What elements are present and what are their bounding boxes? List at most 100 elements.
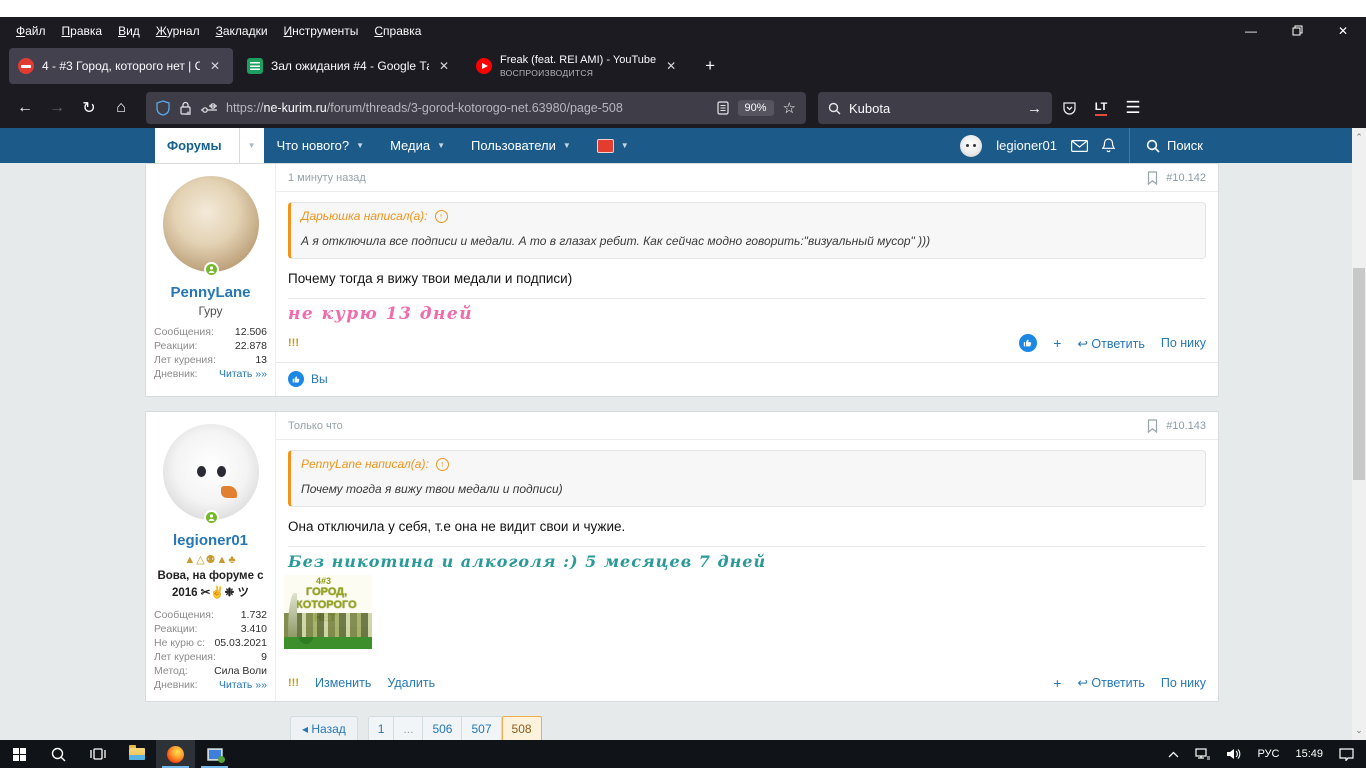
language-indicator[interactable]: РУС [1249, 740, 1287, 768]
reply-link[interactable]: ↩ Ответить [1077, 675, 1144, 690]
quote-jump-icon[interactable]: ↑ [435, 210, 448, 223]
back-button[interactable]: ← [10, 93, 40, 123]
network-icon[interactable] [1187, 740, 1218, 768]
start-button[interactable] [0, 740, 39, 768]
task-view-button[interactable] [78, 740, 117, 768]
multiquote-button[interactable]: + [1053, 335, 1061, 351]
menu-edit[interactable]: Правка [54, 20, 111, 42]
quote-block[interactable]: Дарьюшка написал(а): ↑ А я отключила все… [288, 202, 1206, 259]
tab-google-sheets[interactable]: Зал ожидания #4 - Google Таб ✕ [238, 48, 462, 84]
firefox-taskbar-button[interactable] [156, 740, 195, 768]
address-bar[interactable]: https://ne-kurim.ru/forum/threads/3-goro… [146, 92, 806, 124]
chevron-down-icon[interactable]: ▼ [239, 128, 264, 163]
search-go-arrow[interactable]: → [1027, 100, 1042, 117]
nav-media[interactable]: Медиа ▼ [377, 128, 458, 163]
page-1-button[interactable]: 1 [368, 716, 395, 741]
username-link[interactable]: PennyLane [154, 284, 267, 301]
tab-close-icon[interactable]: ✕ [435, 57, 453, 75]
nav-forums[interactable]: Форумы ▼ [155, 128, 264, 163]
avatar-wrap [163, 176, 259, 272]
quote-block[interactable]: PennyLane написал(а): ↑ Почему тогда я в… [288, 450, 1206, 507]
scroll-down-icon[interactable]: ⌄ [1352, 723, 1366, 738]
menu-file[interactable]: Файл [8, 20, 54, 42]
taskbar-search-button[interactable] [39, 740, 78, 768]
forward-button[interactable]: → [42, 93, 72, 123]
page-scrollbar[interactable]: ⌃ ⌄ [1352, 128, 1366, 740]
bookmark-star-icon[interactable]: ☆ [783, 99, 796, 117]
by-nick-link[interactable]: По нику [1161, 336, 1206, 350]
quote-author[interactable]: Дарьюшка написал(а): [301, 209, 428, 223]
restore-button[interactable] [1274, 17, 1320, 44]
quote-jump-icon[interactable]: ↑ [436, 458, 449, 471]
lock-icon[interactable] [179, 101, 192, 116]
nav-users[interactable]: Пользователи ▼ [458, 128, 584, 163]
minimize-button[interactable]: — [1228, 17, 1274, 44]
tab-forum-thread[interactable]: 4 - #3 Город, которого нет | Ст ✕ [9, 48, 233, 84]
like-button[interactable] [1019, 334, 1037, 352]
hidden-icons-chevron[interactable] [1160, 740, 1187, 768]
messages-icon[interactable] [1071, 140, 1088, 152]
bookmark-icon[interactable] [1147, 419, 1158, 433]
page-507-button[interactable]: 507 [462, 716, 501, 741]
tab-close-icon[interactable]: ✕ [206, 57, 224, 75]
diary-read-link[interactable]: Читать »» [219, 679, 267, 693]
avatar[interactable] [163, 176, 259, 272]
page-506-button[interactable]: 506 [423, 716, 462, 741]
delete-link[interactable]: Удалить [387, 676, 435, 690]
forum-search-button[interactable]: Поиск [1129, 128, 1203, 163]
close-button[interactable]: ✕ [1320, 17, 1366, 44]
app-menu-button[interactable]: ☰ [1118, 93, 1148, 123]
shield-icon[interactable] [156, 100, 170, 116]
page-508-current[interactable]: 508 [502, 716, 542, 741]
reload-button[interactable]: ↻ [74, 93, 104, 123]
scroll-up-icon[interactable]: ⌃ [1352, 130, 1366, 145]
menu-view[interactable]: Вид [110, 20, 148, 42]
new-tab-button[interactable]: + [693, 49, 727, 83]
zoom-level-badge[interactable]: 90% [738, 100, 774, 116]
diary-read-link[interactable]: Читать »» [219, 368, 267, 382]
remote-desktop-button[interactable] [195, 740, 234, 768]
signature-image-city[interactable]: 4#3 ГОРОД, КОТОРОГО НЕТ [284, 575, 372, 649]
url-text[interactable]: https://ne-kurim.ru/forum/threads/3-goro… [226, 101, 708, 115]
nav-whats-new[interactable]: Что нового? ▼ [264, 128, 378, 163]
volume-icon[interactable] [1218, 740, 1249, 768]
quote-author[interactable]: PennyLane написал(а): [301, 457, 429, 471]
search-input[interactable] [849, 101, 979, 116]
search-bar[interactable]: → [818, 92, 1052, 124]
report-link[interactable]: !!! [288, 677, 299, 689]
scrollbar-thumb[interactable] [1353, 268, 1365, 480]
avatar[interactable] [163, 424, 259, 520]
menu-bookmarks[interactable]: Закладки [208, 20, 276, 42]
clock[interactable]: 15:49 [1287, 740, 1331, 768]
multiquote-button[interactable]: + [1053, 675, 1061, 691]
logged-in-username[interactable]: legioner01 [996, 138, 1057, 153]
alerts-bell-icon[interactable] [1102, 138, 1115, 153]
reply-link[interactable]: ↩ Ответить [1077, 336, 1144, 351]
report-link[interactable]: !!! [288, 337, 299, 349]
permissions-icon[interactable] [201, 103, 217, 113]
tab-youtube[interactable]: Freak (feat. REI AMI) - YouTube ВОСПРОИЗ… [467, 48, 689, 84]
edit-link[interactable]: Изменить [315, 676, 371, 690]
menu-tools[interactable]: Инструменты [276, 20, 367, 42]
action-center-icon[interactable] [1331, 740, 1366, 768]
menu-help[interactable]: Справка [366, 20, 429, 42]
home-button[interactable]: ⌂ [106, 93, 136, 123]
post-timestamp[interactable]: Только что [288, 420, 343, 432]
tab-close-icon[interactable]: ✕ [662, 57, 680, 75]
post-number-link[interactable]: #10.143 [1166, 420, 1206, 432]
username-link[interactable]: legioner01 [154, 532, 267, 549]
post-number-link[interactable]: #10.142 [1166, 172, 1206, 184]
bookmark-icon[interactable] [1147, 171, 1158, 185]
post-timestamp[interactable]: 1 минуту назад [288, 172, 366, 184]
pagination-back-button[interactable]: ◂ Назад [290, 716, 358, 741]
languagetool-icon[interactable]: LT [1086, 93, 1116, 123]
menu-history[interactable]: Журнал [148, 20, 208, 42]
user-panel: legioner01 ▲△⚉▲♣ Вова, на форуме с 2016 … [146, 412, 276, 701]
file-explorer-button[interactable] [117, 740, 156, 768]
liked-by-link[interactable]: Вы [311, 372, 328, 386]
by-nick-link[interactable]: По нику [1161, 676, 1206, 690]
pocket-icon[interactable] [1054, 93, 1084, 123]
reader-view-icon[interactable] [717, 101, 729, 115]
nav-extra[interactable]: ▼ [584, 128, 642, 163]
user-avatar[interactable] [960, 135, 982, 157]
